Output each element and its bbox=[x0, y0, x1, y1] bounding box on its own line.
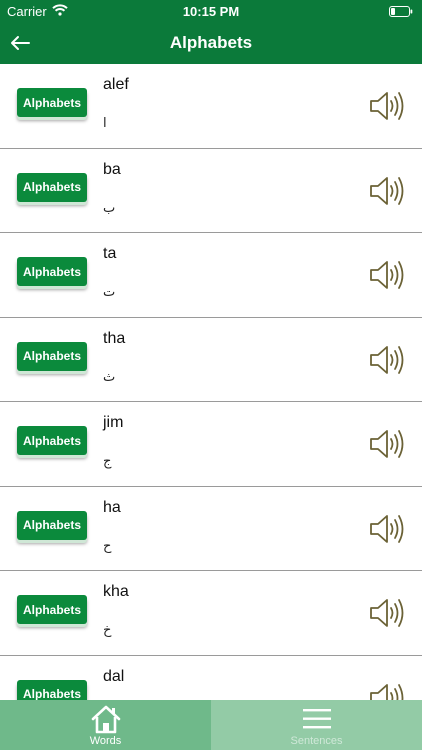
list-item[interactable]: Alphabets tha ث bbox=[0, 317, 422, 402]
arabic-letter: خ bbox=[103, 623, 112, 638]
speaker-button[interactable] bbox=[368, 681, 404, 700]
speaker-button[interactable] bbox=[368, 89, 404, 123]
tab-sentences-label: Sentences bbox=[290, 735, 343, 747]
speaker-icon bbox=[370, 176, 404, 205]
category-badge: Alphabets bbox=[17, 257, 87, 286]
word-label: ta bbox=[103, 245, 117, 262]
speaker-icon bbox=[370, 514, 404, 543]
category-badge: Alphabets bbox=[17, 510, 87, 540]
speaker-button[interactable] bbox=[368, 174, 404, 208]
word-label: ba bbox=[103, 160, 121, 178]
list-item[interactable]: Alphabets kha خ bbox=[0, 571, 422, 656]
word-label: tha bbox=[103, 329, 126, 347]
menu-icon bbox=[303, 709, 331, 729]
category-badge: Alphabets bbox=[17, 172, 87, 202]
list-item[interactable]: Alphabets jim ج bbox=[0, 402, 422, 487]
speaker-button[interactable] bbox=[368, 512, 404, 546]
arabic-letter: ب bbox=[103, 200, 116, 216]
status-bar: Carrier 10:15 PM bbox=[0, 0, 422, 22]
tab-sentences[interactable]: Sentences bbox=[211, 700, 422, 750]
battery-icon bbox=[389, 5, 413, 20]
speaker-icon bbox=[370, 599, 404, 627]
speaker-icon bbox=[370, 261, 404, 289]
list-item[interactable]: Alphabets ba ب bbox=[0, 148, 422, 233]
tab-bar: Words Sentences bbox=[0, 700, 422, 750]
word-label: ha bbox=[103, 498, 121, 516]
arabic-letter: ج bbox=[103, 454, 112, 469]
alphabet-list: Alphabets alef ا Alphabets ba ب Alphabet… bbox=[0, 64, 422, 700]
tab-words[interactable]: Words bbox=[0, 700, 211, 750]
tab-words-label: Words bbox=[89, 735, 122, 747]
speaker-icon bbox=[370, 345, 404, 374]
word-label: jim bbox=[103, 414, 124, 431]
arabic-letter: ح bbox=[103, 538, 112, 554]
category-badge: Alphabets bbox=[17, 88, 87, 117]
speaker-button[interactable] bbox=[368, 258, 404, 292]
category-badge: Alphabets bbox=[17, 679, 87, 700]
category-badge: Alphabets bbox=[17, 595, 87, 624]
category-badge: Alphabets bbox=[17, 341, 87, 371]
speaker-button[interactable] bbox=[368, 596, 404, 630]
speaker-icon bbox=[370, 92, 404, 120]
list-item[interactable]: Alphabets ha ح bbox=[0, 486, 422, 571]
list-item[interactable]: Alphabets ta ت bbox=[0, 233, 422, 318]
list-item[interactable]: Alphabets alef ا bbox=[0, 64, 422, 149]
speaker-button[interactable] bbox=[368, 343, 404, 377]
word-label: alef bbox=[103, 76, 129, 93]
arabic-letter: ث bbox=[103, 369, 116, 385]
status-time: 10:15 PM bbox=[182, 4, 240, 19]
page-title: Alphabets bbox=[169, 33, 253, 52]
speaker-icon bbox=[370, 683, 404, 700]
speaker-icon bbox=[370, 430, 404, 458]
word-label: kha bbox=[103, 583, 129, 600]
arabic-letter: ت bbox=[103, 285, 116, 300]
category-badge: Alphabets bbox=[17, 426, 87, 455]
arabic-letter: ا bbox=[103, 116, 107, 131]
list-item[interactable]: Alphabets dal bbox=[0, 655, 422, 700]
home-icon bbox=[91, 705, 121, 734]
nav-bar: Alphabets bbox=[0, 22, 422, 64]
speaker-button[interactable] bbox=[368, 427, 404, 461]
word-label: dal bbox=[103, 667, 125, 685]
